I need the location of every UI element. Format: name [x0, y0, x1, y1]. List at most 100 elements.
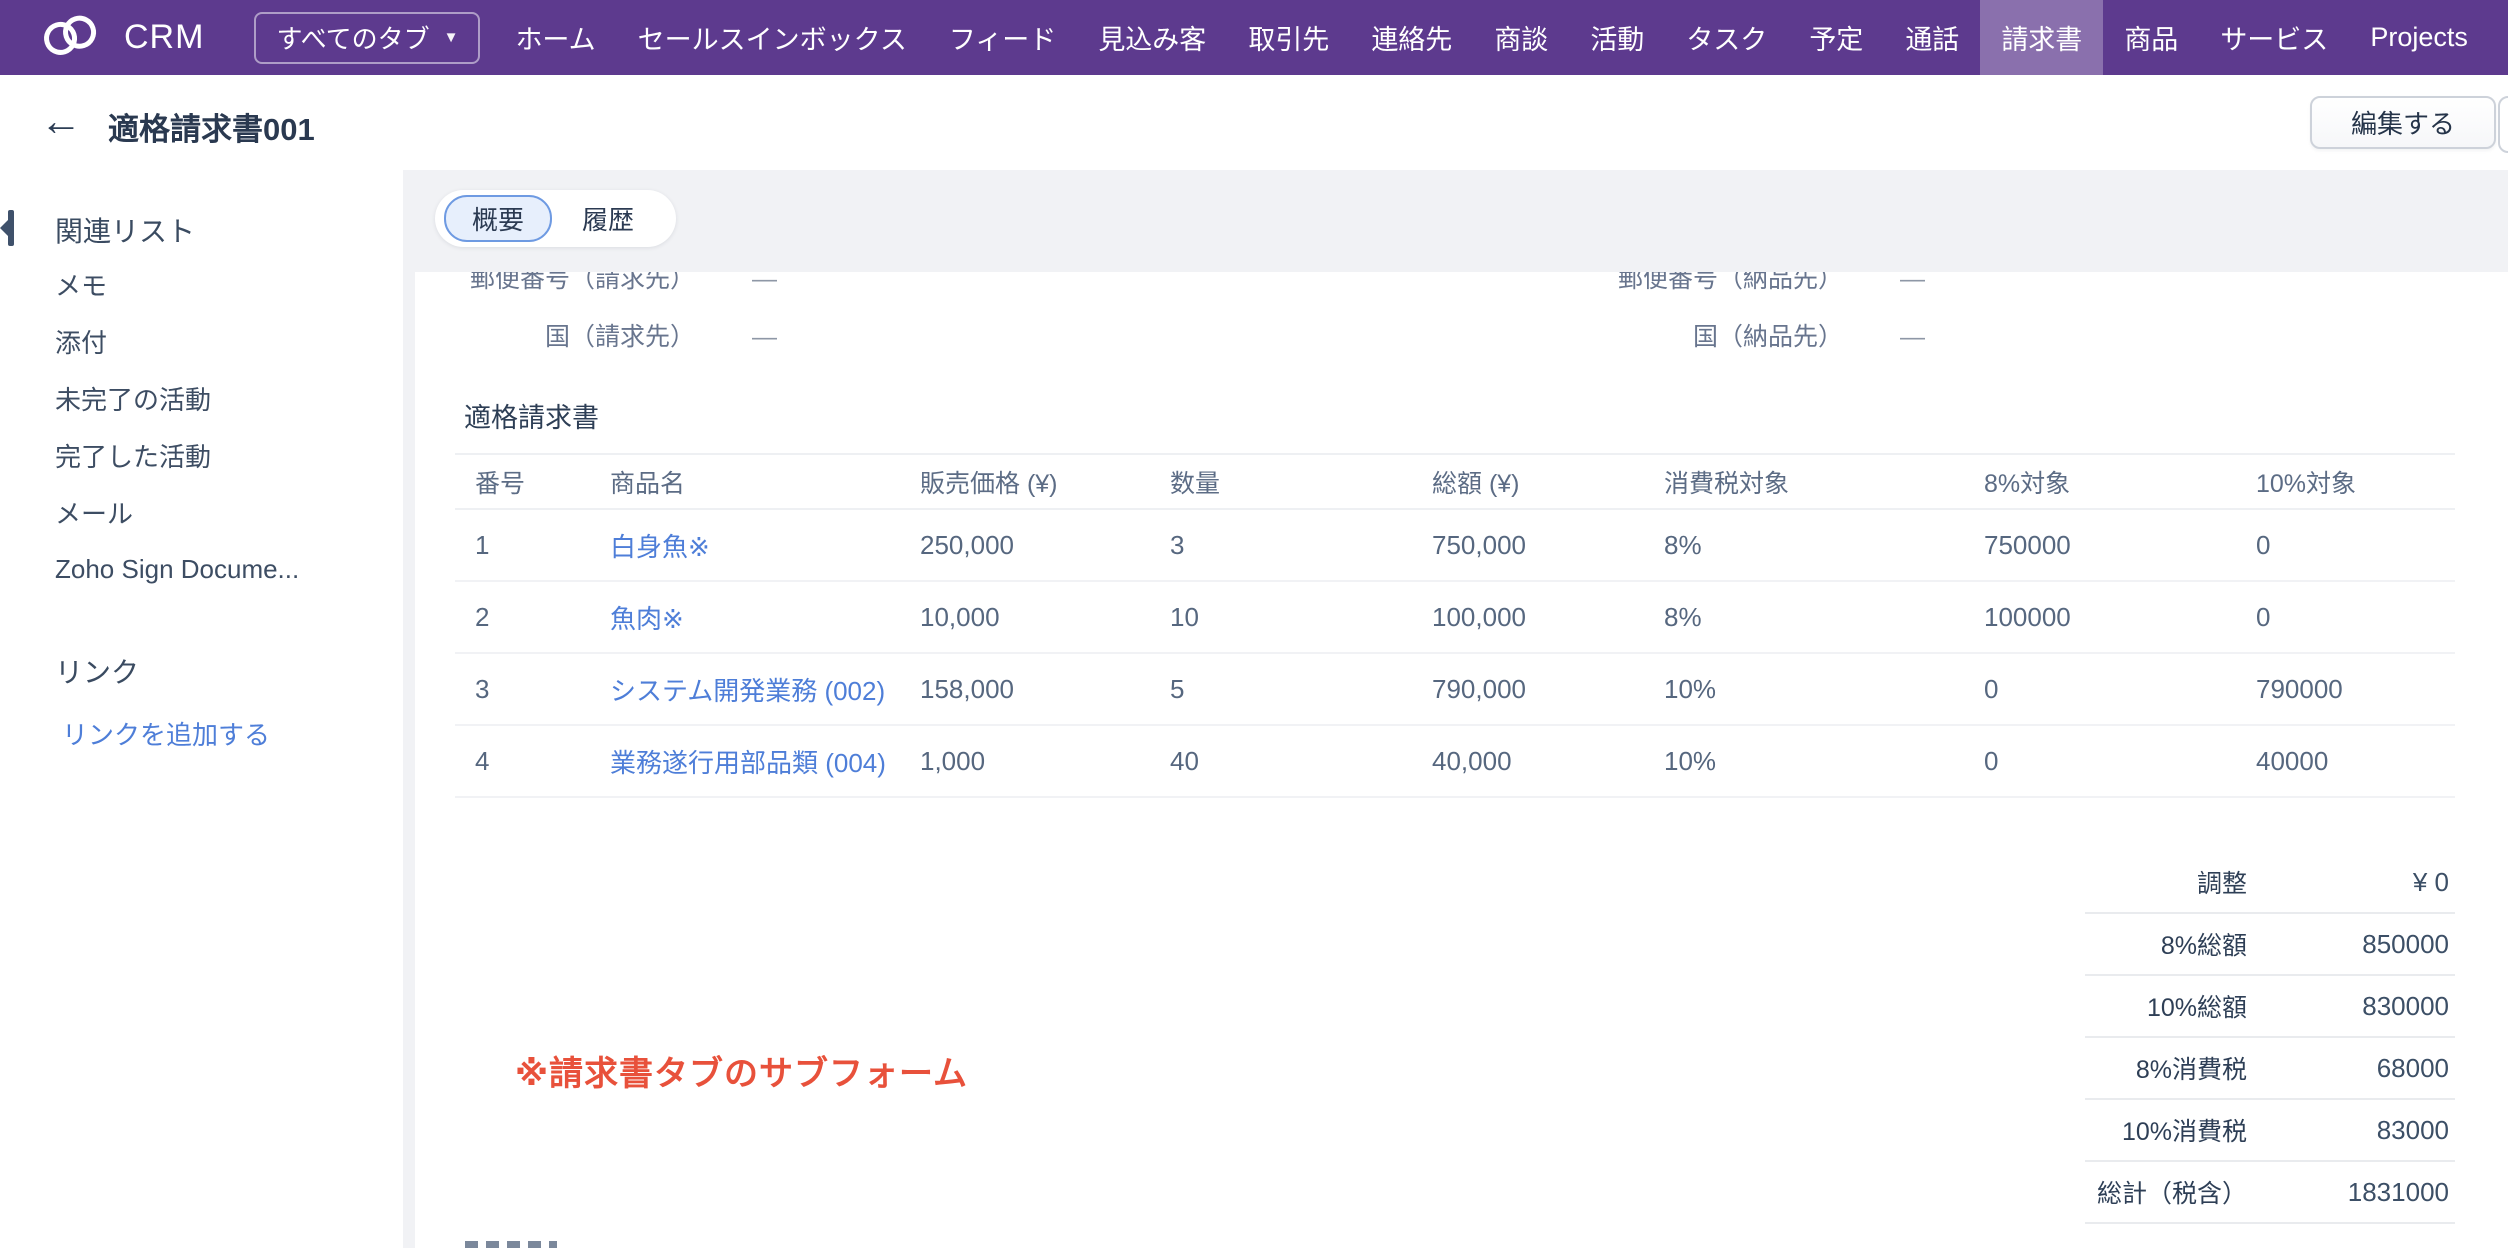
summary-value: 68000 [2247, 1053, 2455, 1084]
edit-button[interactable]: 編集する [2310, 96, 2496, 149]
table-cell: 0 [2236, 510, 2455, 580]
table-row: 4業務遂行用部品類 (004)1,0004040,00010%040000 [455, 726, 2455, 798]
nav-tab[interactable]: 取引先 [1227, 0, 1350, 75]
brand-label: CRM [124, 18, 204, 57]
tab-overview[interactable]: 概要 [444, 195, 552, 242]
nav-tab[interactable]: 請求書 [1980, 0, 2103, 75]
table-cell: 3 [1150, 510, 1412, 580]
table-cell: 4 [455, 726, 590, 796]
nav-tab[interactable]: 活動 [1569, 0, 1665, 75]
product-link[interactable]: システム開発業務 (002) [590, 654, 900, 724]
column-header: 番号 [455, 455, 590, 508]
all-tabs-dropdown-label: すべてのタブ [276, 19, 429, 56]
table-cell: 10,000 [900, 582, 1150, 652]
table-cell: 1,000 [900, 726, 1150, 796]
zoho-crm-invoice-screen: { "nav": { "brand": "CRM", "tabs_dropdow… [0, 0, 2508, 1248]
back-arrow-icon[interactable]: ← [40, 95, 82, 147]
related-list-item[interactable]: メール [55, 484, 299, 541]
summary-value: ¥ 0 [2247, 867, 2455, 898]
nav-tab[interactable]: 商談 [1473, 0, 1569, 75]
sidebar-collapse-icon[interactable] [0, 210, 18, 246]
related-list-item[interactable]: 未完了の活動 [55, 370, 299, 427]
nav-tab[interactable]: Projects [2349, 0, 2489, 75]
record-header: ← 適格請求書001 編集する [0, 75, 2508, 170]
page-title: 適格請求書001 [108, 104, 315, 149]
nav-tab[interactable]: フィード [928, 0, 1077, 75]
nav-tab[interactable]: 予定 [1788, 0, 1884, 75]
annotation-note: ※請求書タブのサブフォーム [515, 1046, 968, 1095]
tab-history[interactable]: 履歴 [552, 200, 664, 237]
record-detail-card: 郵便番号（請求先） — 郵便番号（納品先） — 国（請求先） — 国（納品先） … [415, 272, 2508, 1248]
table-cell: 40,000 [1412, 726, 1644, 796]
column-header: 8%対象 [1964, 455, 2236, 508]
table-cell: 40 [1150, 726, 1412, 796]
related-list-item[interactable]: Zoho Sign Docume... [55, 541, 299, 598]
related-list-items: メモ添付未完了の活動完了した活動メールZoho Sign Docume... [55, 256, 299, 598]
table-cell: 5 [1150, 654, 1412, 724]
related-list-item[interactable]: メモ [55, 256, 299, 313]
summary-value: 83000 [2247, 1115, 2455, 1146]
column-header: 総額 (¥) [1412, 455, 1644, 508]
product-link[interactable]: 魚肉※ [590, 582, 900, 652]
summary-row: 10%消費税83000 [2085, 1100, 2455, 1162]
crm-brand[interactable]: CRM [34, 0, 204, 75]
field-value-postal-shipping: — [1900, 272, 1925, 299]
summary-row: 8%総額850000 [2085, 914, 2455, 976]
clipped-action-button[interactable] [2498, 96, 2508, 153]
nav-tab[interactable]: サービス [2199, 0, 2349, 75]
summary-label: 8%総額 [2085, 926, 2247, 962]
table-cell: 250,000 [900, 510, 1150, 580]
table-cell: 0 [1964, 726, 2236, 796]
summary-label: 8%消費税 [2085, 1050, 2247, 1086]
table-cell: 2 [455, 582, 590, 652]
zoho-crm-logo-icon [34, 12, 108, 63]
field-label-postal-billing: 郵便番号（請求先） [415, 272, 695, 299]
summary-row: 調整¥ 0 [2085, 852, 2455, 914]
table-cell: 100000 [1964, 582, 2236, 652]
nav-tab[interactable]: セールスインボックス [617, 0, 928, 75]
nav-tab-list: ホームセールスインボックスフィード見込み客取引先連絡先商談活動タスク予定通話請求… [494, 0, 2508, 75]
field-value-postal-billing: — [752, 272, 777, 299]
summary-label: 総計（税含） [2085, 1174, 2247, 1210]
table-cell: 10 [1150, 582, 1412, 652]
product-link[interactable]: 白身魚※ [590, 510, 900, 580]
nav-tab[interactable]: タスク [1665, 0, 1788, 75]
field-value-country-billing: — [752, 317, 777, 357]
nav-tab[interactable]: 通話 [1884, 0, 1980, 75]
add-link-button[interactable]: リンクを追加する [62, 715, 270, 752]
table-cell: 100,000 [1412, 582, 1644, 652]
summary-label: 10%消費税 [2085, 1112, 2247, 1148]
table-cell: 790000 [2236, 654, 2455, 724]
related-list-item[interactable]: 完了した活動 [55, 427, 299, 484]
table-cell: 10% [1644, 654, 1964, 724]
summary-row: 8%消費税68000 [2085, 1038, 2455, 1100]
table-row: 3システム開発業務 (002)158,0005790,00010%0790000 [455, 654, 2455, 726]
nav-more-icon[interactable]: ••• [2489, 0, 2508, 75]
table-row: 1白身魚※250,0003750,0008%7500000 [455, 510, 2455, 582]
table-row: 2魚肉※10,00010100,0008%1000000 [455, 582, 2455, 654]
nav-tab[interactable]: 商品 [2103, 0, 2199, 75]
table-cell: 158,000 [900, 654, 1150, 724]
column-header: 消費税対象 [1644, 455, 1964, 508]
column-header: 10%対象 [2236, 455, 2455, 508]
summary-row: 10%総額830000 [2085, 976, 2455, 1038]
related-list-item[interactable]: 添付 [55, 313, 299, 370]
nav-tab[interactable]: 連絡先 [1350, 0, 1473, 75]
field-label-country-billing: 国（請求先） [415, 317, 695, 357]
nav-tab[interactable]: 見込み客 [1077, 0, 1227, 75]
column-header: 販売価格 (¥) [900, 455, 1150, 508]
table-header-row: 番号商品名販売価格 (¥)数量総額 (¥)消費税対象8%対象10%対象 [455, 453, 2455, 510]
product-link[interactable]: 業務遂行用部品類 (004) [590, 726, 900, 796]
top-navigation: CRM すべてのタブ ▼ ホームセールスインボックスフィード見込み客取引先連絡先… [0, 0, 2508, 75]
summary-value: 830000 [2247, 991, 2455, 1022]
table-cell: 790,000 [1412, 654, 1644, 724]
summary-row: 総計（税含）1831000 [2085, 1162, 2455, 1224]
column-header: 商品名 [590, 455, 900, 508]
summary-label: 調整 [2085, 864, 2247, 900]
all-tabs-dropdown[interactable]: すべてのタブ ▼ [254, 12, 480, 64]
table-cell: 0 [2236, 582, 2455, 652]
nav-tab[interactable]: ホーム [494, 0, 616, 75]
table-cell: 3 [455, 654, 590, 724]
table-cell: 750000 [1964, 510, 2236, 580]
summary-label: 10%総額 [2085, 988, 2247, 1024]
